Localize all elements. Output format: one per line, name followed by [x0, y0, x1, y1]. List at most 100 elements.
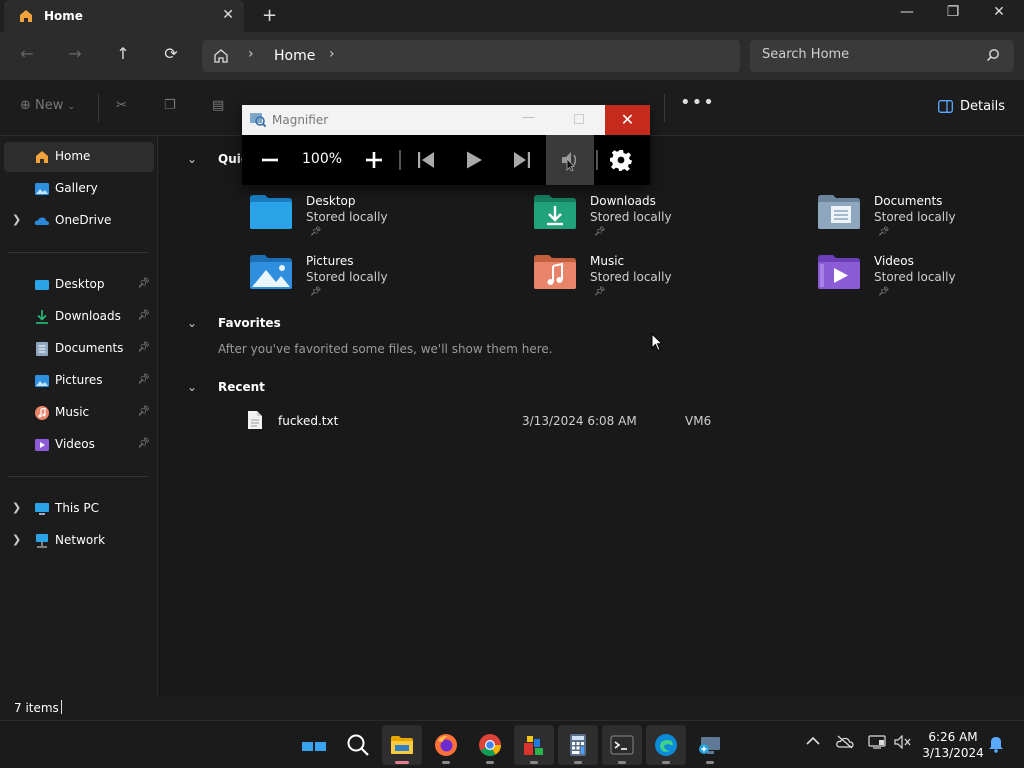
- taskbar-chrome[interactable]: [470, 725, 510, 765]
- running-indicator: [662, 761, 670, 764]
- pin-icon[interactable]: 📌︎: [137, 342, 150, 353]
- onedrive-tray-icon[interactable]: [836, 735, 854, 753]
- copy-icon[interactable]: ❐: [164, 98, 176, 113]
- system-clock[interactable]: 6:26 AM 3/13/2024: [920, 729, 986, 761]
- zoom-in-button[interactable]: [356, 143, 392, 177]
- start-button[interactable]: [294, 725, 334, 765]
- magnifier-close-button[interactable]: ✕: [605, 105, 650, 135]
- home-icon[interactable]: [212, 47, 230, 68]
- running-indicator: [486, 761, 494, 764]
- sidebar-item-music[interactable]: Music 📌︎: [4, 398, 154, 428]
- sidebar-item-label: This PC: [55, 501, 99, 515]
- network-tray-icon[interactable]: [868, 735, 886, 753]
- close-button[interactable]: ✕: [976, 4, 1022, 28]
- up-button[interactable]: ↑: [110, 44, 136, 68]
- zoom-out-button[interactable]: [252, 143, 288, 177]
- remote-desktop-icon: [698, 733, 722, 760]
- item-name: Documents: [874, 194, 943, 208]
- quick-access-downloads[interactable]: Downloads Stored locally 📌︎: [533, 194, 783, 246]
- tab-home[interactable]: Home ✕: [4, 0, 244, 32]
- next-paragraph-button[interactable]: [504, 143, 540, 177]
- search-box[interactable]: [750, 40, 1014, 72]
- chevron-right-icon[interactable]: ❯: [12, 213, 21, 226]
- paste-icon[interactable]: ▤: [212, 98, 224, 113]
- quick-access-music[interactable]: Music Stored locally 📌︎: [533, 254, 783, 306]
- pictures-folder-icon: [34, 373, 50, 389]
- sidebar-item-documents[interactable]: Documents 📌︎: [4, 334, 154, 364]
- running-indicator: [574, 761, 582, 764]
- notification-bell-icon[interactable]: [988, 735, 1004, 757]
- pin-icon[interactable]: 📌︎: [137, 278, 150, 289]
- maximize-button[interactable]: ❐: [930, 4, 976, 28]
- quick-access-videos[interactable]: Videos Stored locally 📌︎: [817, 254, 1024, 306]
- content-area: ⌄ Quick access Desktop Stored locally 📌︎…: [159, 136, 1024, 696]
- reading-mode-button[interactable]: [546, 135, 594, 185]
- chevron-right-icon[interactable]: ❯: [12, 533, 21, 546]
- sidebar-item-this-pc[interactable]: ❯ This PC: [4, 494, 154, 524]
- sidebar-item-onedrive[interactable]: ❯ OneDrive: [4, 206, 154, 236]
- details-button[interactable]: Details: [938, 99, 1005, 114]
- show-hidden-icons-button[interactable]: [806, 735, 820, 750]
- chevron-right-icon[interactable]: ❯: [12, 501, 21, 514]
- previous-paragraph-button[interactable]: [408, 143, 444, 177]
- address-bar[interactable]: › Home ›: [202, 40, 740, 72]
- taskbar-calculator[interactable]: [558, 725, 598, 765]
- back-button[interactable]: ←: [14, 44, 40, 68]
- search-input[interactable]: [762, 47, 972, 62]
- magnifier-maximize-button[interactable]: [574, 114, 584, 124]
- sidebar-item-pictures[interactable]: Pictures 📌︎: [4, 366, 154, 396]
- sidebar-item-downloads[interactable]: Downloads 📌︎: [4, 302, 154, 332]
- documents-folder-icon: [34, 341, 50, 357]
- new-tab-button[interactable]: +: [262, 5, 277, 26]
- quick-access-documents[interactable]: Documents Stored locally 📌︎: [817, 194, 1024, 246]
- music-folder-icon: [533, 254, 577, 290]
- chrome-icon: [478, 733, 502, 760]
- chevron-down-icon[interactable]: ⌄: [187, 152, 197, 166]
- new-button[interactable]: ⊕ New ⌄: [20, 98, 75, 113]
- quick-access-desktop[interactable]: Desktop Stored locally 📌︎: [249, 194, 499, 246]
- refresh-button[interactable]: ⟳: [158, 44, 184, 68]
- taskbar-terminal[interactable]: [602, 725, 642, 765]
- more-options-button[interactable]: •••: [680, 92, 715, 113]
- add-icon: ⊕: [20, 98, 31, 113]
- taskbar-edge[interactable]: [646, 725, 686, 765]
- tab-close-button[interactable]: ✕: [222, 7, 234, 23]
- sidebar-item-network[interactable]: ❯ Network: [4, 526, 154, 556]
- volume-muted-icon[interactable]: [894, 734, 912, 753]
- quick-access-pictures[interactable]: Pictures Stored locally 📌︎: [249, 254, 499, 306]
- settings-button[interactable]: [603, 143, 639, 177]
- terminal-icon: [610, 733, 634, 760]
- pin-icon[interactable]: 📌︎: [137, 310, 150, 321]
- magnifier-minimize-button[interactable]: —: [522, 110, 535, 125]
- breadcrumb-home[interactable]: Home: [274, 48, 315, 64]
- item-name: Pictures: [306, 254, 354, 268]
- sidebar-item-videos[interactable]: Videos 📌︎: [4, 430, 154, 460]
- taskbar: 6:26 AM 3/13/2024: [0, 720, 1024, 768]
- item-count: 7 items: [14, 701, 59, 715]
- table-row[interactable]: fucked.txt 3/13/2024 6:08 AM VM6: [247, 410, 867, 432]
- sidebar-item-gallery[interactable]: Gallery: [4, 174, 154, 204]
- taskbar-firefox[interactable]: [426, 725, 466, 765]
- breadcrumb-separator[interactable]: ›: [329, 46, 335, 62]
- sidebar-item-home[interactable]: Home: [4, 142, 154, 172]
- play-button[interactable]: [456, 143, 492, 177]
- magnifier-title-bar[interactable]: Magnifier — ✕: [242, 105, 650, 135]
- chevron-down-icon[interactable]: ⌄: [187, 380, 197, 394]
- taskbar-file-explorer[interactable]: [382, 725, 422, 765]
- taskbar-search-button[interactable]: [338, 725, 378, 765]
- taskbar-app-5[interactable]: [514, 725, 554, 765]
- sidebar-item-desktop[interactable]: Desktop 📌︎: [4, 270, 154, 300]
- pin-icon[interactable]: 📌︎: [137, 374, 150, 385]
- item-location: Stored locally: [306, 270, 388, 284]
- edge-icon: [654, 733, 678, 760]
- title-bar: Home ✕ + — ❐ ✕: [0, 0, 1024, 32]
- chevron-down-icon[interactable]: ⌄: [187, 316, 197, 330]
- breadcrumb-separator[interactable]: ›: [248, 46, 254, 62]
- search-icon[interactable]: [986, 48, 1000, 65]
- minimize-button[interactable]: —: [884, 4, 930, 28]
- pin-icon[interactable]: 📌︎: [137, 406, 150, 417]
- taskbar-remote-desktop[interactable]: [690, 725, 730, 765]
- cut-icon[interactable]: ✂: [116, 98, 127, 113]
- pin-icon[interactable]: 📌︎: [137, 438, 150, 449]
- forward-button[interactable]: →: [62, 44, 88, 68]
